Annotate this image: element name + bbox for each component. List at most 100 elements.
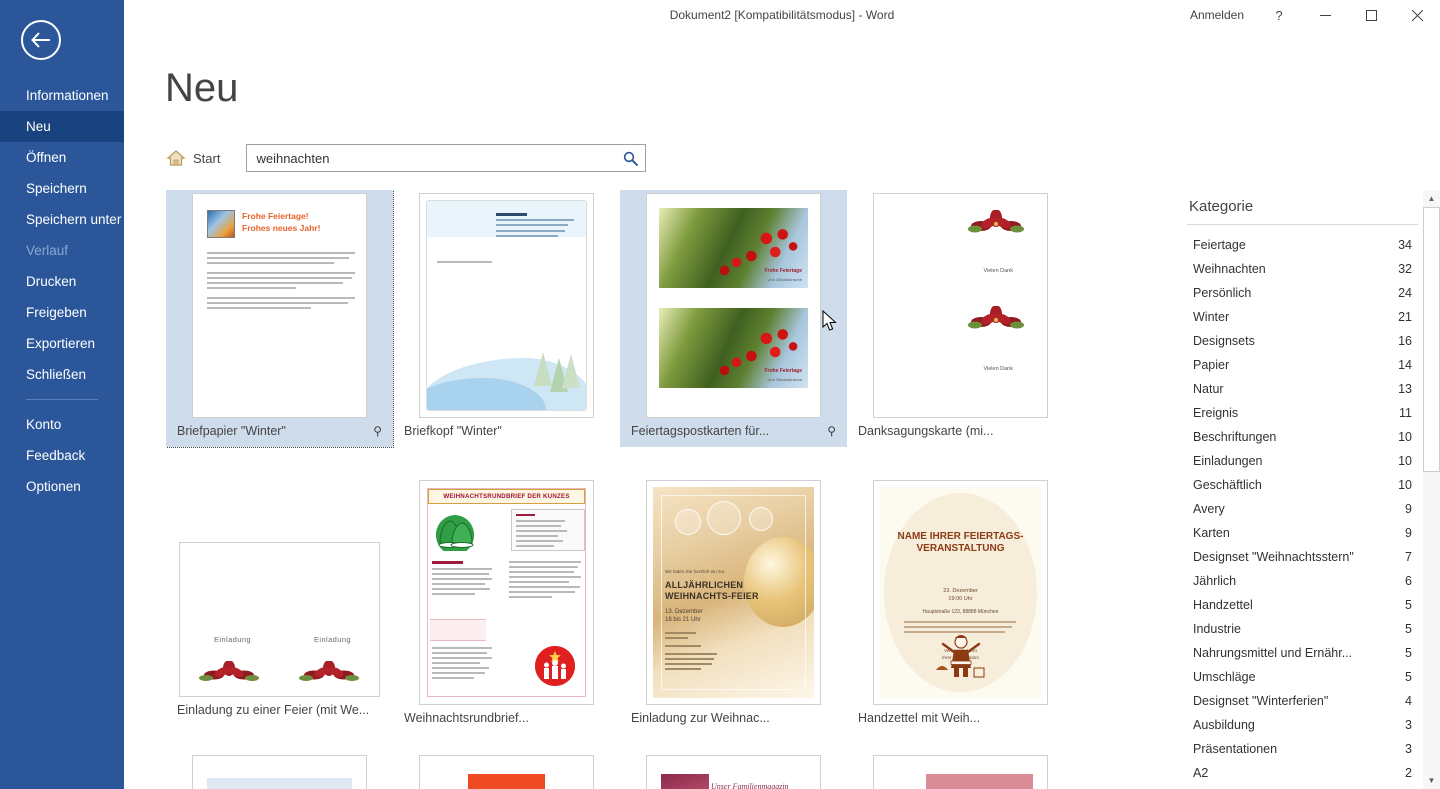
template-card-handzettel-weihnachten[interactable]: NAME IHRER FEIERTAGS-VERANSTALTUNG 23. D… [847, 477, 1074, 734]
template-gallery[interactable]: Frohe Feiertage! Frohes neues Jahr! Brie… [166, 190, 1188, 789]
category-name: Weihnachten [1193, 262, 1266, 276]
category-row[interactable]: A2 2 [1165, 761, 1440, 785]
category-row[interactable]: Ereignis 11 [1165, 401, 1440, 425]
template-thumbnail: Unser Familienmagazin [646, 755, 821, 789]
category-count: 10 [1398, 454, 1412, 468]
template-card-feiertagspostkarten[interactable]: Frohe Feiertage Und Glückwünsche Frohe F… [620, 190, 847, 447]
category-count: 10 [1398, 478, 1412, 492]
category-name: Industrie [1193, 622, 1241, 636]
category-scrollbar[interactable]: ▲ ▼ [1423, 190, 1440, 789]
nav-item-informationen[interactable]: Informationen [0, 80, 124, 111]
category-row[interactable]: Umschläge 5 [1165, 665, 1440, 689]
template-card-danksagungskarte[interactable]: Vielen Dank Vielen Dank Danksagungskarte… [847, 190, 1074, 447]
pin-icon[interactable]: ⚲ [827, 424, 836, 438]
home-start-link[interactable]: Start [166, 149, 220, 167]
category-count: 34 [1398, 238, 1412, 252]
search-button[interactable] [615, 145, 645, 171]
nav-item-freigeben[interactable]: Freigeben [0, 297, 124, 328]
search-box[interactable] [246, 144, 647, 172]
page-title: Neu [165, 66, 239, 110]
category-row[interactable]: Karten 9 [1165, 521, 1440, 545]
category-row[interactable]: Einladungen 10 [1165, 449, 1440, 473]
category-row[interactable]: Feiertage 34 [1165, 233, 1440, 257]
sign-in-button[interactable]: Anmelden [1178, 0, 1256, 30]
category-row[interactable]: Geschäftlich 10 [1165, 473, 1440, 497]
backstage-navigation: Informationen Neu Öffnen Speichern Speic… [0, 0, 124, 789]
category-name: Papier [1193, 358, 1230, 372]
nav-item-feedback[interactable]: Feedback [0, 440, 124, 471]
family-illustration [535, 646, 575, 686]
nav-item-speichern[interactable]: Speichern [0, 173, 124, 204]
template-thumbnail: NAME IHRER FEIERTAGS-VERANSTALTUNG 23. D… [873, 480, 1048, 705]
nav-item-exportieren[interactable]: Exportieren [0, 328, 124, 359]
template-thumbnail: Frohe Feiertage Und Glückwünsche Frohe F… [646, 193, 821, 418]
template-name: Briefkopf "Winter" [404, 424, 502, 438]
template-card-einladung-weihnachtsfeier[interactable]: Wir laden Sie herzlich ein zur ALLJÄHRLI… [620, 477, 847, 734]
nav-item-optionen[interactable]: Optionen [0, 471, 124, 502]
category-row[interactable]: Avery 9 [1165, 497, 1440, 521]
nav-item-drucken[interactable]: Drucken [0, 266, 124, 297]
nav-item-neu[interactable]: Neu [0, 111, 124, 142]
template-card-briefpapier-winter[interactable]: Frohe Feiertage! Frohes neues Jahr! Brie… [166, 190, 394, 448]
help-icon[interactable]: ? [1256, 0, 1302, 30]
category-row[interactable]: Natur 13 [1165, 377, 1440, 401]
category-name: Einladungen [1193, 454, 1263, 468]
scroll-down-icon[interactable]: ▼ [1423, 772, 1440, 789]
category-row[interactable]: Präsentationen 3 [1165, 737, 1440, 761]
template-thumbnail: WEIHNACHTSRUNDBRIEF DER KUNZES [419, 480, 594, 705]
backstage-nav-list: Informationen Neu Öffnen Speichern Speic… [0, 80, 124, 502]
category-row[interactable]: Designset "Weihnachtsstern" 7 [1165, 545, 1440, 569]
category-count: 5 [1405, 598, 1412, 612]
category-pane-title: Kategorie [1189, 198, 1254, 215]
category-count: 5 [1405, 670, 1412, 684]
template-art-heading-1: Frohe Feiertage! [242, 211, 309, 221]
template-caption: Einladung zur Weihnac... [623, 705, 844, 731]
template-card-einladung-feier[interactable]: Einladung Einladung Einladung zu einer F… [166, 477, 393, 734]
template-art-title: WEIHNACHTSRUNDBRIEF DER KUNZES [428, 489, 585, 504]
category-row[interactable]: Designsets 16 [1165, 329, 1440, 353]
template-card-rosa-gruen-karte[interactable] [847, 752, 1074, 789]
category-row[interactable]: Handzettel 5 [1165, 593, 1440, 617]
category-row[interactable]: Weihnachten 32 [1165, 257, 1440, 281]
template-thumbnail: Wir laden Sie herzlich ein zur ALLJÄHRLI… [646, 480, 821, 705]
category-name: Designset "Weihnachtsstern" [1193, 550, 1354, 564]
maximize-icon[interactable] [1348, 0, 1394, 30]
category-name: A2 [1193, 766, 1209, 780]
template-card-briefkopf-winter[interactable]: Briefkopf "Winter" [393, 190, 620, 447]
back-button[interactable] [21, 20, 61, 60]
template-card-familienmagazin[interactable]: Unser Familienmagazin [620, 752, 847, 789]
template-card-familie-schmitt[interactable]: Die Familie Schmitt [166, 752, 393, 789]
category-row[interactable]: Industrie 5 [1165, 617, 1440, 641]
category-row[interactable]: Papier 14 [1165, 353, 1440, 377]
template-art-heading-2: Frohes neues Jahr! [242, 223, 321, 233]
pin-icon[interactable]: ⚲ [373, 424, 382, 438]
category-count: 24 [1398, 286, 1412, 300]
scroll-up-icon[interactable]: ▲ [1423, 190, 1440, 207]
nav-item-schliessen[interactable]: Schließen [0, 359, 124, 390]
category-row[interactable]: Jährlich 6 [1165, 569, 1440, 593]
nav-item-oeffnen[interactable]: Öffnen [0, 142, 124, 173]
category-row[interactable]: Persönlich 24 [1165, 281, 1440, 305]
template-grid-row-2: Einladung Einladung Einladung zu einer F… [166, 477, 1188, 734]
template-art-time: 18 bis 21 Uhr [665, 617, 701, 623]
template-art-kicker: Wir laden Sie herzlich ein zur [665, 569, 725, 574]
close-icon[interactable] [1394, 0, 1440, 30]
category-row[interactable]: Ausbildung 3 [1165, 713, 1440, 737]
category-name: Umschläge [1193, 670, 1256, 684]
template-art-caption-b: Einladung [314, 635, 351, 644]
minimize-icon[interactable] [1302, 0, 1348, 30]
category-scrollbar-thumb[interactable] [1423, 207, 1440, 472]
nav-item-konto[interactable]: Konto [0, 409, 124, 440]
template-art-heading: NAME IHRER FEIERTAGS-VERANSTALTUNG [897, 531, 1024, 554]
nav-item-speichern-unter[interactable]: Speichern unter [0, 204, 124, 235]
template-card-weihnachtsrundbrief[interactable]: WEIHNACHTSRUNDBRIEF DER KUNZES Weihnacht… [393, 477, 620, 734]
template-art-address: Hauptstraße 123, 88888 München [922, 609, 999, 615]
category-count: 11 [1399, 406, 1412, 420]
category-row[interactable]: Designset "Winterferien" 4 [1165, 689, 1440, 713]
category-count: 9 [1405, 502, 1412, 516]
category-row[interactable]: Nahrungsmittel und Ernähr... 5 [1165, 641, 1440, 665]
template-card-orange-karte[interactable]: JOYFUL NOEL [393, 752, 620, 789]
search-input[interactable] [247, 145, 616, 171]
category-row[interactable]: Beschriftungen 10 [1165, 425, 1440, 449]
category-row[interactable]: Winter 21 [1165, 305, 1440, 329]
